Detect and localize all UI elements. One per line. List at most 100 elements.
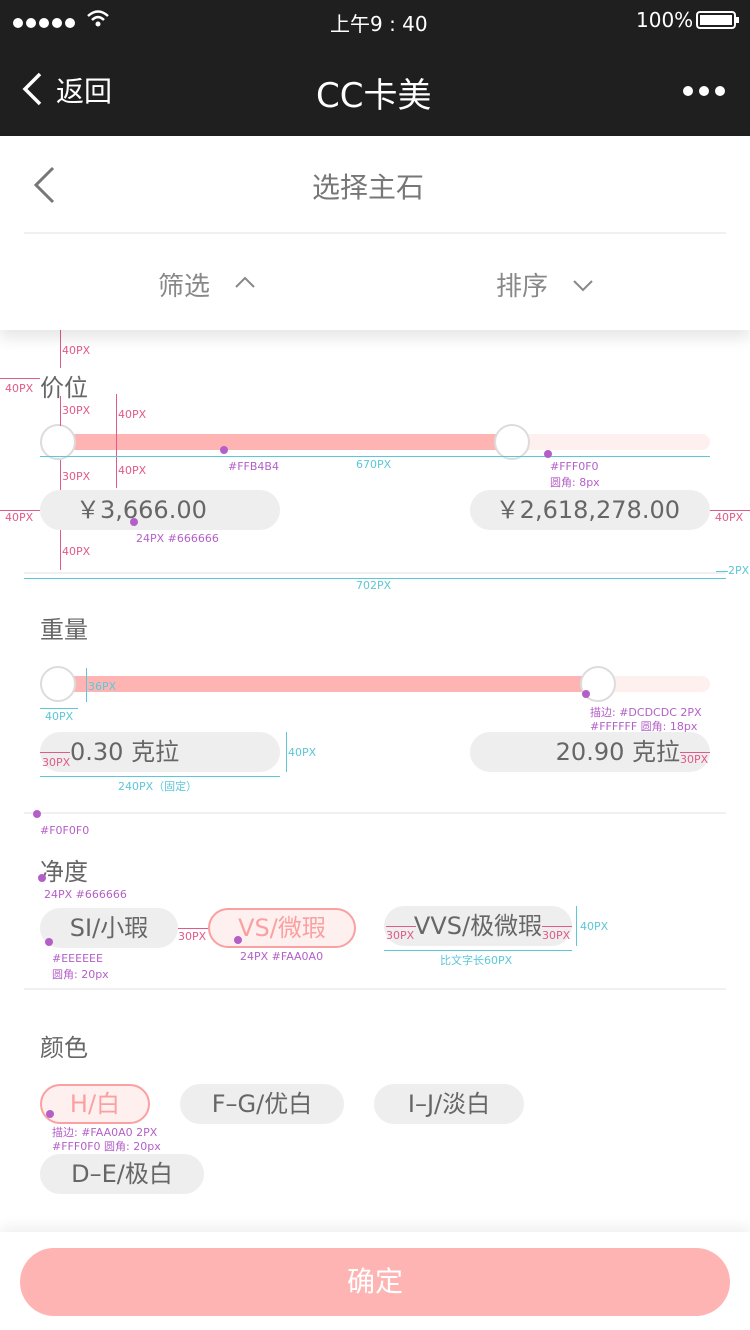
anno-label: 24PX #FAA0A0 — [240, 950, 324, 963]
anno-label: 30PX — [62, 404, 91, 417]
clarity-divider — [24, 988, 726, 990]
anno-dot — [33, 810, 41, 818]
anno-label: 36PX — [88, 680, 117, 693]
price-max-knob[interactable] — [494, 424, 530, 460]
chevron-down-icon — [572, 278, 594, 297]
color-option-label: F–G/优白 — [211, 1090, 313, 1118]
color-option-label: I–J/淡白 — [407, 1090, 491, 1118]
anno-line — [716, 571, 728, 572]
anno-line — [384, 950, 572, 951]
page-header: 选择主石 筛选 排序 — [0, 136, 750, 330]
anno-dot — [46, 1110, 54, 1118]
sort-label: 排序 — [496, 272, 549, 302]
anno-label: 40PX — [118, 408, 147, 421]
anno-line — [0, 378, 40, 379]
weight-min-field[interactable]: 0.30 克拉 — [40, 732, 280, 772]
anno-line — [40, 776, 280, 777]
weight-max-value: 20.90 克拉 — [555, 738, 680, 766]
color-option-h[interactable]: H/白 — [40, 1084, 150, 1124]
header-back-icon[interactable] — [32, 166, 56, 208]
anno-label: #F0F0F0 — [40, 824, 90, 837]
anno-label: 30PX — [178, 930, 207, 943]
chevron-left-icon — [22, 72, 42, 110]
anno-label: 40PX — [118, 464, 147, 477]
price-max-value: ￥2,618,278.00 — [495, 496, 680, 524]
anno-label: #FFF0F0 圆角: 20px — [52, 1140, 161, 1153]
anno-dot — [582, 690, 590, 698]
anno-label: 30PX — [386, 929, 415, 942]
anno-label: 30PX — [42, 756, 71, 769]
anno-label: 30PX — [542, 929, 571, 942]
weight-min-knob[interactable] — [40, 666, 76, 702]
clarity-title: 净度 — [40, 858, 88, 886]
anno-dot — [130, 518, 138, 526]
price-title: 价位 — [40, 374, 88, 402]
anno-line — [60, 460, 61, 490]
anno-label: #FFFFFF 圆角: 18px — [590, 720, 698, 733]
color-option-fg[interactable]: F–G/优白 — [180, 1084, 344, 1124]
anno-line — [178, 928, 208, 929]
color-title: 颜色 — [40, 1034, 88, 1062]
anno-dot — [544, 450, 552, 458]
anno-label: 40PX — [45, 710, 74, 723]
anno-line — [386, 926, 416, 927]
color-option-ij[interactable]: I–J/淡白 — [374, 1084, 524, 1124]
weight-divider — [24, 812, 726, 814]
anno-label: 702PX — [356, 579, 392, 592]
anno-label: 40PX — [62, 344, 91, 357]
anno-label: 40PX — [715, 511, 744, 524]
color-option-label: D–E/极白 — [71, 1160, 173, 1188]
anno-line — [60, 330, 61, 368]
price-divider — [24, 572, 726, 574]
color-option-de[interactable]: D–E/极白 — [40, 1154, 204, 1194]
wifi-icon — [86, 9, 110, 33]
weight-title: 重量 — [40, 616, 88, 644]
filter-label: 筛选 — [158, 272, 211, 302]
anno-label: #FFB4B4 — [228, 460, 279, 473]
clarity-option-label: VS/微瑕 — [238, 914, 326, 942]
anno-label: 30PX — [680, 753, 709, 766]
price-min-value: ￥3,666.00 — [76, 496, 207, 524]
anno-label: 24PX #666666 — [44, 888, 127, 901]
anno-line — [116, 394, 117, 488]
anno-label: 圆角: 8px — [550, 476, 600, 489]
sort-toggle[interactable]: 排序 — [496, 266, 616, 306]
anno-label: 30PX — [62, 470, 91, 483]
clarity-option-vs[interactable]: VS/微瑕 — [208, 908, 356, 948]
anno-line — [286, 732, 287, 772]
anno-dot — [38, 874, 46, 882]
anno-line — [542, 926, 572, 927]
price-max-field[interactable]: ￥2,618,278.00 — [470, 490, 710, 530]
clarity-option-si[interactable]: SI/小瑕 — [40, 908, 178, 948]
weight-track-fill — [58, 676, 598, 692]
status-bar: 上午9 : 40 100% — [0, 0, 750, 40]
battery-icon — [696, 11, 740, 33]
anno-label: 40PX — [5, 511, 34, 524]
anno-line — [60, 396, 61, 426]
header-title: 选择主石 — [312, 171, 425, 204]
anno-dot — [234, 936, 242, 944]
weight-min-value: 0.30 克拉 — [70, 738, 180, 766]
filter-toggle[interactable]: 筛选 — [158, 266, 278, 306]
color-option-label: H/白 — [69, 1090, 121, 1118]
header-divider — [24, 232, 726, 234]
more-icon[interactable] — [682, 82, 726, 101]
nav-back-label: 返回 — [56, 75, 113, 108]
anno-label: 2PX — [728, 564, 750, 577]
nav-bar: 返回 CC卡美 — [0, 40, 750, 136]
price-track-fill — [58, 434, 518, 450]
weight-max-field[interactable]: 20.90 克拉 — [470, 732, 710, 772]
anno-label: 40PX — [5, 382, 34, 395]
anno-label: 40PX — [288, 746, 317, 759]
anno-line — [86, 668, 87, 702]
price-min-field[interactable]: ￥3,666.00 — [40, 490, 280, 530]
anno-line — [60, 530, 61, 570]
clarity-option-label: VVS/极微瑕 — [413, 912, 543, 940]
anno-label: 24PX #666666 — [136, 532, 219, 545]
confirm-button[interactable]: 确定 — [20, 1248, 730, 1316]
anno-line — [576, 906, 577, 946]
price-min-knob[interactable] — [40, 424, 76, 460]
anno-line — [40, 752, 70, 753]
anno-label: 240PX（固定） — [118, 780, 198, 793]
anno-line — [40, 456, 710, 457]
